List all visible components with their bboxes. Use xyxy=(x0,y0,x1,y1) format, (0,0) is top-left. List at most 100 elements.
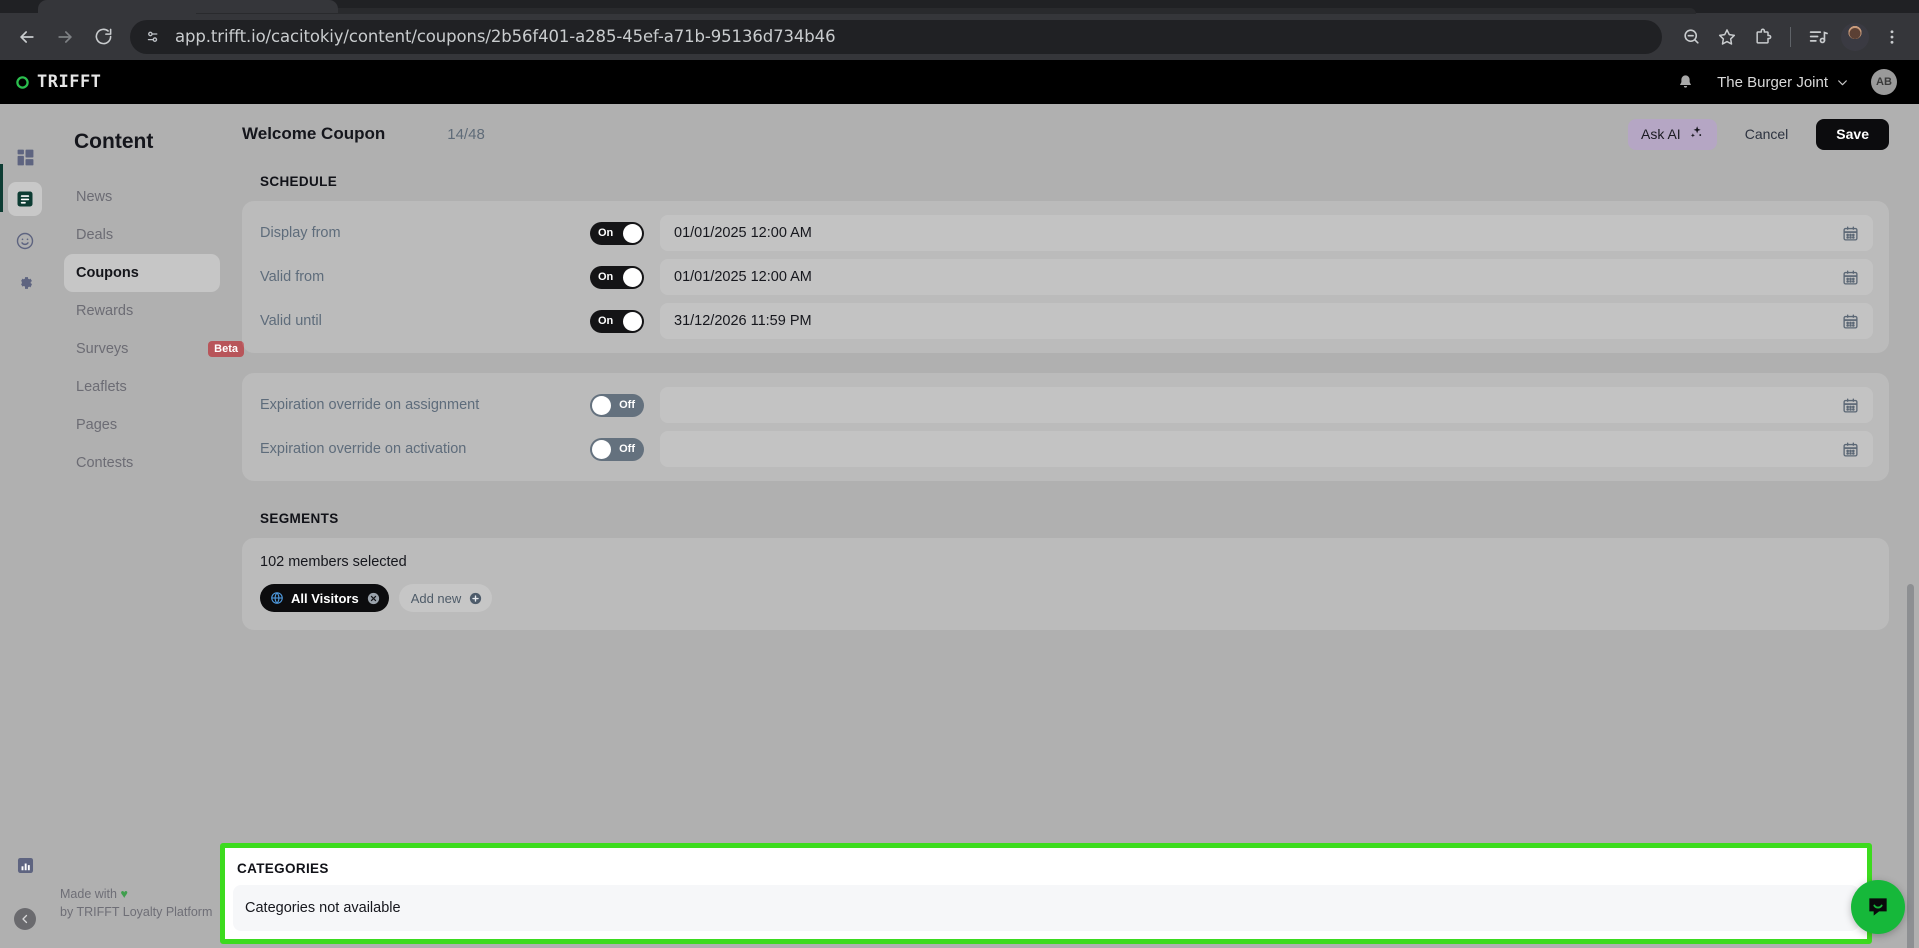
remove-circle-icon[interactable] xyxy=(366,591,381,606)
calendar-icon[interactable] xyxy=(1842,313,1859,330)
browser-toolbar: app.trifft.io/cacitokiy/content/coupons/… xyxy=(0,13,1919,60)
tenant-switcher[interactable]: The Burger Joint xyxy=(1717,74,1849,91)
trifft-logo-text: TRIFFT xyxy=(37,72,102,92)
browser-chrome: app.trifft.io/cacitokiy/content/coupons/… xyxy=(0,0,1919,60)
toggle-display-from[interactable]: On xyxy=(590,221,644,245)
profile-avatar-icon[interactable] xyxy=(1841,22,1869,51)
sidebar-item-contests[interactable]: Contests xyxy=(64,444,220,482)
toggle-label: On xyxy=(598,227,614,239)
page-scrollbar[interactable] xyxy=(1907,584,1914,948)
field-row-override-assignment: Expiration override on assignment Off xyxy=(242,383,1889,427)
extensions-puzzle-icon[interactable] xyxy=(1746,20,1780,54)
toggle-knob xyxy=(592,395,611,415)
forward-arrow-icon[interactable] xyxy=(48,20,82,54)
sidebar-item-label: Pages xyxy=(76,417,118,433)
segments-card: 102 members selected All Visitors Add ne… xyxy=(242,538,1889,630)
field-row-override-activation: Expiration override on activation Off xyxy=(242,427,1889,471)
expiration-override-card: Expiration override on assignment Off Ex… xyxy=(242,373,1889,481)
calendar-icon[interactable] xyxy=(1842,397,1859,414)
toggle-valid-until[interactable]: On xyxy=(590,309,644,333)
sidebar-item-news[interactable]: News xyxy=(64,178,220,216)
media-playlist-icon[interactable] xyxy=(1801,20,1835,54)
segment-chips-row: All Visitors Add new xyxy=(260,584,1871,612)
app-header-right: The Burger Joint AB xyxy=(1676,69,1897,95)
schedule-section-title: SCHEDULE xyxy=(260,174,338,189)
segment-chip-label: All Visitors xyxy=(291,590,359,606)
sidebar-item-deals[interactable]: Deals xyxy=(64,216,220,254)
rail-active-accent xyxy=(0,164,3,212)
field-label: Valid from xyxy=(260,269,325,285)
analytics-bar-icon[interactable] xyxy=(8,848,42,882)
browser-tab-active[interactable] xyxy=(38,0,338,13)
browser-tab-strip[interactable] xyxy=(0,0,1919,14)
chevron-left-icon[interactable] xyxy=(14,908,36,930)
sidebar-item-label: Leaflets xyxy=(76,379,127,395)
toolbar-actions xyxy=(1674,20,1909,54)
sidebar-item-surveys[interactable]: Surveys Beta xyxy=(64,330,244,368)
coupon-counter: 14/48 xyxy=(447,125,485,143)
ask-ai-button[interactable]: Ask AI xyxy=(1628,118,1717,150)
sidebar-item-coupons[interactable]: Coupons xyxy=(64,254,220,292)
categories-section-highlighted: CATEGORIES Categories not available xyxy=(220,843,1872,944)
toggle-override-activation[interactable]: Off xyxy=(590,437,644,461)
sidebar-footer: Made with ♥ by TRIFFT Loyalty Platform xyxy=(60,885,212,923)
date-input-override-activation[interactable] xyxy=(660,431,1873,467)
date-input-override-assignment[interactable] xyxy=(660,387,1873,423)
schedule-card: Display from On 01/01/2025 12:00 AM Vali… xyxy=(242,201,1889,353)
browser-tab-inactive[interactable] xyxy=(196,8,1696,14)
made-with-text: Made with xyxy=(60,886,117,901)
reload-icon[interactable] xyxy=(86,20,120,54)
sidebar-item-rewards[interactable]: Rewards xyxy=(64,292,220,330)
date-input-display-from[interactable]: 01/01/2025 12:00 AM xyxy=(660,215,1873,251)
toggle-override-assignment[interactable]: Off xyxy=(590,393,644,417)
field-row-valid-until: Valid until On 31/12/2026 11:59 PM xyxy=(242,299,1889,343)
calendar-icon[interactable] xyxy=(1842,225,1859,242)
three-dot-menu-icon[interactable] xyxy=(1875,20,1909,54)
cancel-button[interactable]: Cancel xyxy=(1731,119,1803,150)
engagement-smiley-icon[interactable] xyxy=(8,224,42,258)
segment-chip-all-visitors[interactable]: All Visitors xyxy=(260,584,389,612)
zoom-out-icon[interactable] xyxy=(1674,20,1708,54)
add-new-segment-button[interactable]: Add new xyxy=(398,584,493,612)
categories-section-title: CATEGORIES xyxy=(237,861,329,876)
star-icon[interactable] xyxy=(1710,20,1744,54)
address-bar[interactable]: app.trifft.io/cacitokiy/content/coupons/… xyxy=(130,19,1662,54)
toolbar-divider xyxy=(1790,26,1791,47)
sidebar-item-label: Coupons xyxy=(76,265,139,281)
sidebar-item-label: Surveys xyxy=(76,341,129,357)
dashboard-icon[interactable] xyxy=(8,140,42,174)
chat-bubble-icon[interactable] xyxy=(1851,880,1905,934)
date-value: 01/01/2025 12:00 AM xyxy=(674,269,812,285)
site-settings-icon[interactable] xyxy=(144,28,162,46)
content-icon[interactable] xyxy=(8,182,42,216)
sidebar-item-label: News xyxy=(76,189,113,205)
field-label: Expiration override on assignment xyxy=(260,397,480,413)
back-arrow-icon[interactable] xyxy=(10,20,44,54)
date-value: 01/01/2025 12:00 AM xyxy=(674,225,812,241)
sidebar-item-label: Contests xyxy=(76,455,134,471)
toggle-label: On xyxy=(598,315,614,327)
settings-gear-icon[interactable] xyxy=(8,266,42,300)
toggle-valid-from[interactable]: On xyxy=(590,265,644,289)
toggle-label: On xyxy=(598,271,614,283)
coupon-title: Welcome Coupon xyxy=(242,124,386,143)
save-button[interactable]: Save xyxy=(1816,118,1889,150)
sidebar-item-pages[interactable]: Pages xyxy=(64,406,220,444)
plus-circle-icon xyxy=(468,591,483,606)
date-input-valid-until[interactable]: 31/12/2026 11:59 PM xyxy=(660,303,1873,339)
sparkle-icon xyxy=(1689,125,1704,143)
calendar-icon[interactable] xyxy=(1842,441,1859,458)
sidebar-item-leaflets[interactable]: Leaflets xyxy=(64,368,220,406)
toggle-knob xyxy=(623,311,642,331)
toggle-knob xyxy=(623,267,642,287)
field-label: Expiration override on activation xyxy=(260,441,467,457)
app-header: TRIFFT The Burger Joint AB xyxy=(0,60,1919,104)
calendar-icon[interactable] xyxy=(1842,269,1859,286)
ask-ai-label: Ask AI xyxy=(1641,126,1681,142)
trifft-logo[interactable]: TRIFFT xyxy=(14,72,101,92)
bell-icon[interactable] xyxy=(1676,73,1695,92)
sidebar-item-label: Deals xyxy=(76,227,114,243)
user-avatar[interactable]: AB xyxy=(1871,69,1897,95)
date-input-valid-from[interactable]: 01/01/2025 12:00 AM xyxy=(660,259,1873,295)
add-new-label: Add new xyxy=(410,590,462,606)
